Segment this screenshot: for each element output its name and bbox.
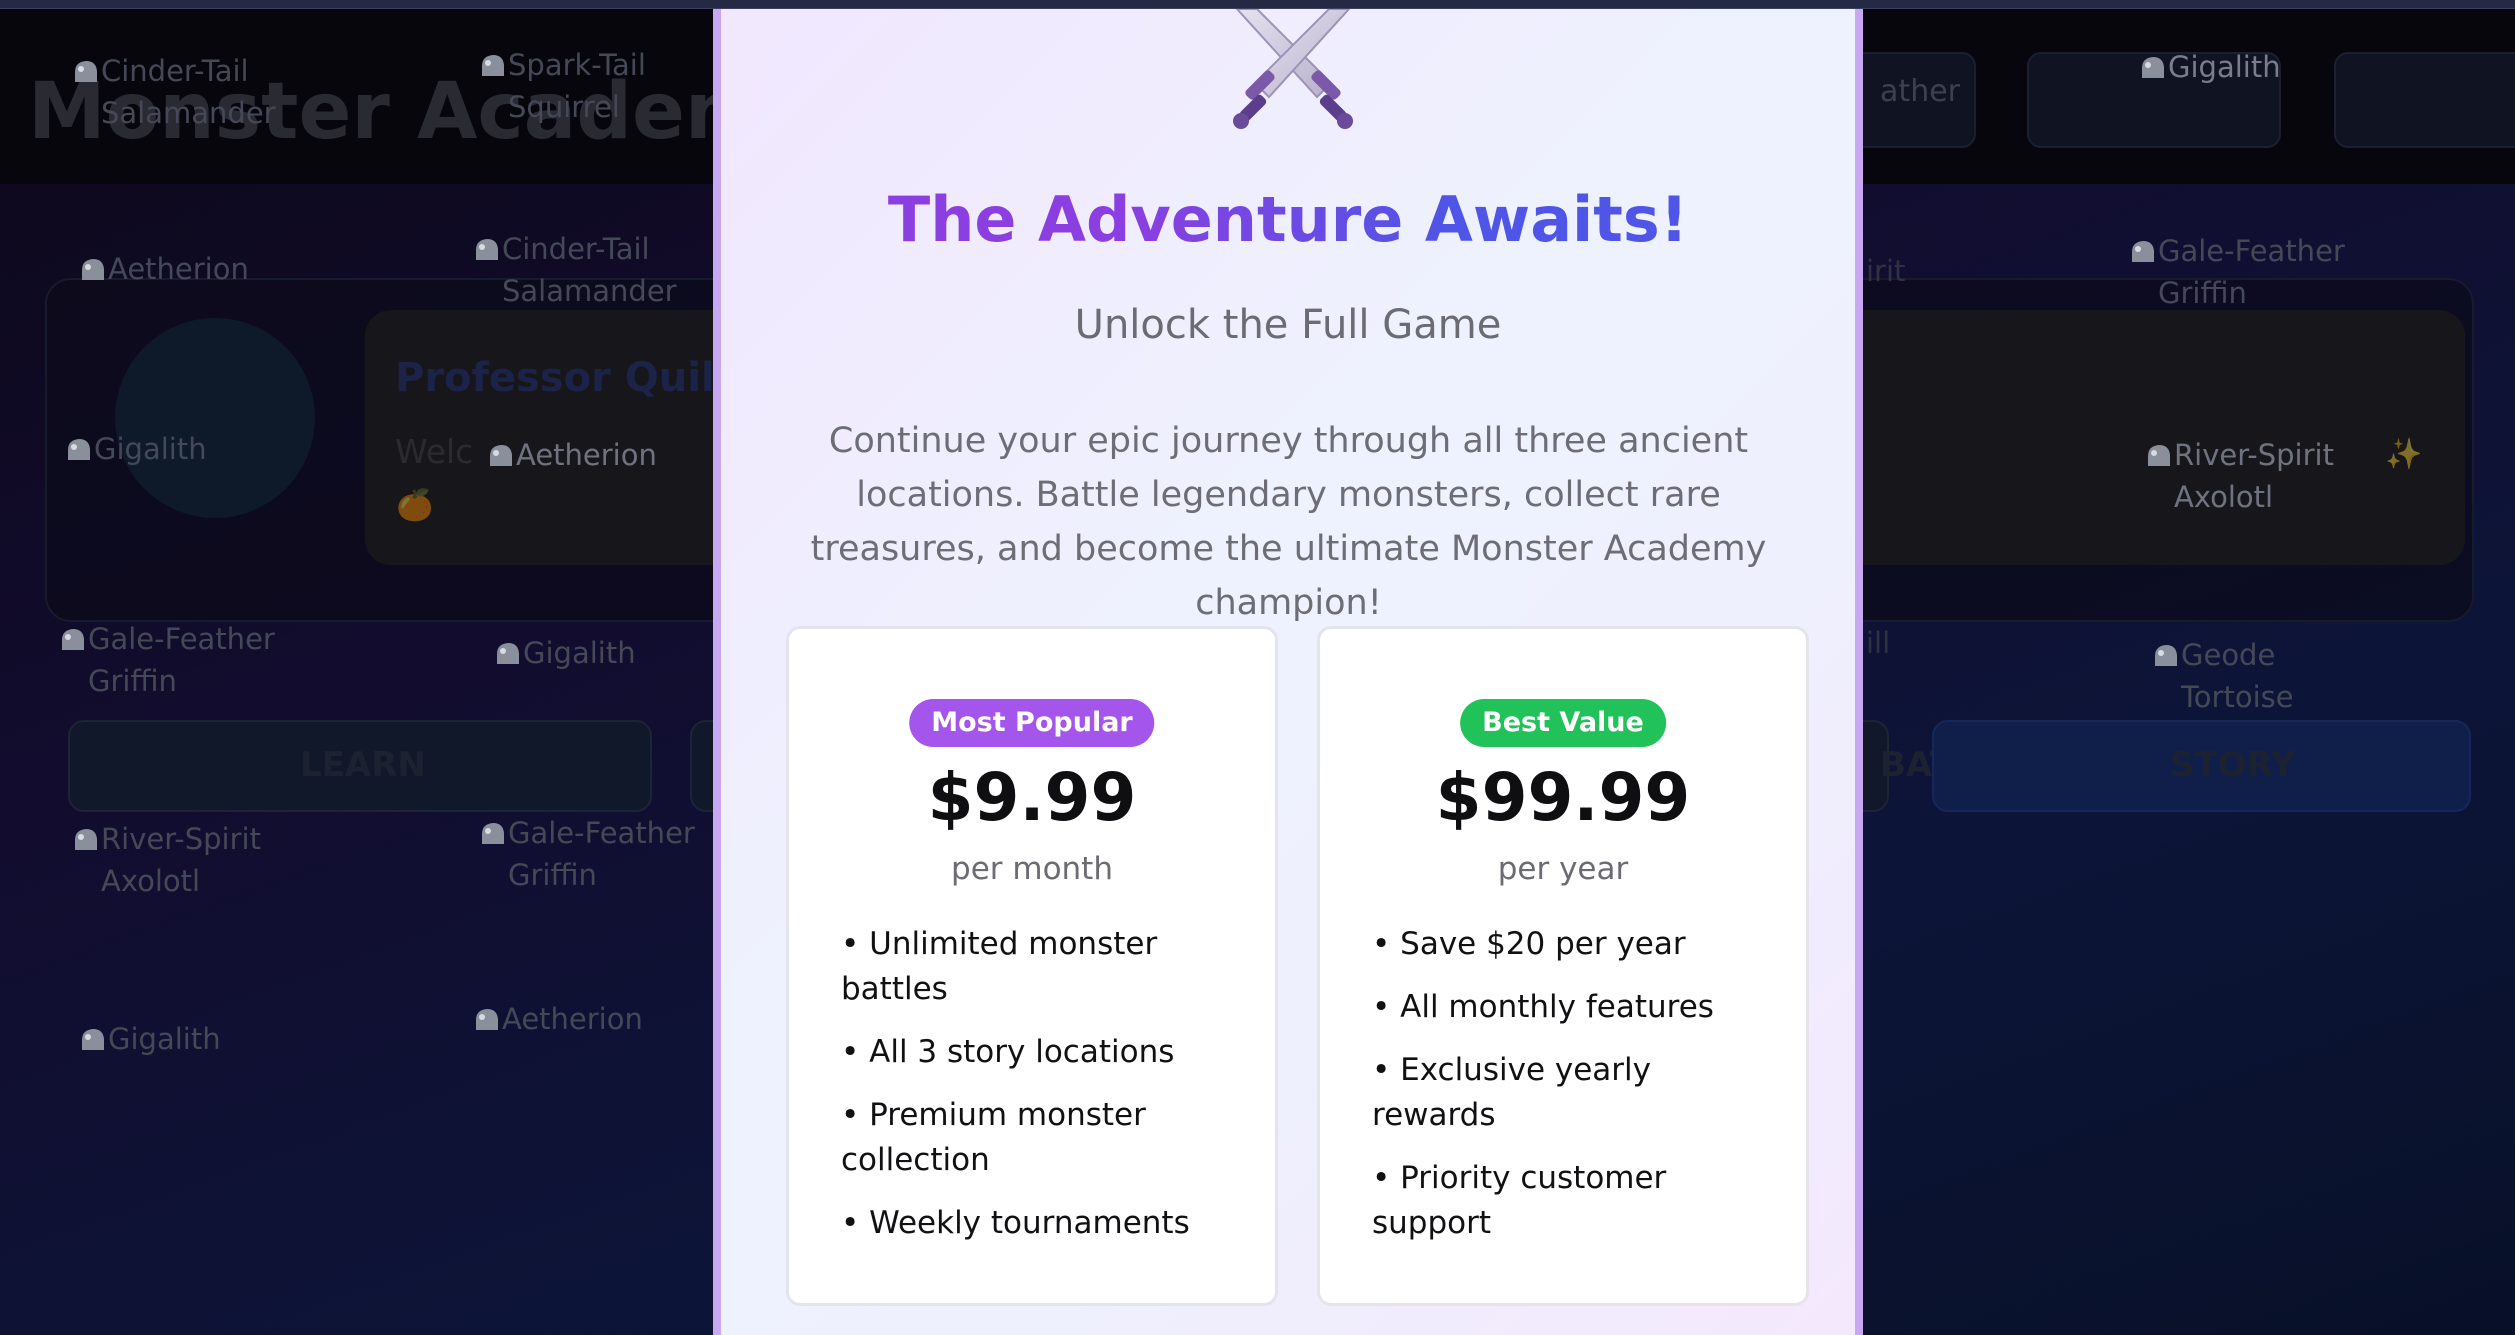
- background-story-label: STORY: [2170, 745, 2296, 785]
- broken-image-icon: [73, 826, 99, 852]
- feature-item: All monthly features: [1372, 985, 1782, 1030]
- feature-item: Exclusive yearly rewards: [1372, 1048, 1782, 1138]
- broken-monster-image: Gale-Feather Griffin: [2130, 230, 2388, 314]
- broken-image-icon: [2140, 54, 2166, 80]
- broken-monster-image: River-Spirit Axolotl: [73, 818, 301, 902]
- feature-item: Premium monster collection: [841, 1093, 1251, 1183]
- broken-image-icon: [474, 236, 500, 262]
- broken-monster-image: River-Spirit Axolotl: [2146, 434, 2414, 518]
- broken-monster-image: Cinder-Tail Salamander: [474, 228, 732, 312]
- broken-monster-image: Cinder-Tail Salamander: [73, 50, 321, 134]
- broken-image-icon: [80, 1026, 106, 1052]
- broken-image-icon: [488, 442, 514, 468]
- broken-image-icon: [2153, 642, 2179, 668]
- broken-monster-image: Gale-Feather Griffin: [60, 618, 338, 702]
- broken-image-icon: [495, 640, 521, 666]
- broken-image-icon: [66, 436, 92, 462]
- feature-item: Priority customer support: [1372, 1156, 1782, 1246]
- broken-image-icon: [2146, 442, 2172, 468]
- yearly-plan-card[interactable]: Best Value $99.99 per year Save $20 per …: [1317, 626, 1809, 1306]
- modal-title-text: The Adventure Awaits!: [888, 183, 1688, 256]
- background-nav-label: ather: [1880, 74, 1960, 109]
- feature-item: Unlimited monster battles: [841, 922, 1251, 1012]
- modal-title: The Adventure Awaits!: [721, 181, 1855, 261]
- broken-monster-image: Aetherion: [488, 434, 657, 476]
- broken-image-icon: [480, 820, 506, 846]
- monthly-period: per month: [951, 851, 1113, 887]
- modal-description: Continue your epic journey through all t…: [810, 421, 1767, 623]
- monthly-feature-list: Unlimited monster battles All 3 story lo…: [841, 922, 1251, 1264]
- broken-image-icon: [80, 256, 106, 282]
- broken-monster-image: Geode Tortoise: [2153, 634, 2331, 718]
- broken-monster-image: Gigalith: [80, 1018, 221, 1060]
- broken-monster-image: ill: [1866, 626, 1891, 660]
- broken-monster-image: Gigalith: [66, 428, 207, 470]
- most-popular-badge: Most Popular: [909, 699, 1155, 747]
- monthly-plan-card[interactable]: Most Popular $9.99 per month Unlimited m…: [786, 626, 1278, 1306]
- broken-image-icon: [480, 52, 506, 78]
- background-learn-label: LEARN: [300, 745, 426, 785]
- crossed-swords-icon: [1223, 9, 1363, 141]
- yearly-period: per year: [1497, 851, 1629, 887]
- yearly-feature-list: Save $20 per year All monthly features E…: [1372, 922, 1782, 1264]
- broken-image-icon: [2130, 238, 2156, 264]
- broken-monster-image: Aetherion: [474, 998, 643, 1040]
- background-dialogue-emoji: 🍊: [396, 488, 434, 523]
- broken-image-icon: [60, 626, 86, 652]
- background-professor-avatar: [115, 318, 315, 518]
- modal-subtitle: Unlock the Full Game: [1074, 302, 1502, 348]
- monthly-price: $9.99: [927, 759, 1137, 836]
- feature-item: All 3 story locations: [841, 1030, 1251, 1075]
- background-dialogue-text: Welc: [395, 432, 474, 471]
- feature-item: Weekly tournaments: [841, 1201, 1251, 1246]
- yearly-price: $99.99: [1435, 759, 1691, 836]
- broken-image-icon: [474, 1006, 500, 1032]
- broken-monster-image: irit: [1866, 254, 1906, 288]
- broken-monster-image: Gigalith: [2140, 46, 2281, 88]
- best-value-badge: Best Value: [1460, 699, 1666, 747]
- paywall-modal: The Adventure Awaits! Unlock the Full Ga…: [713, 9, 1863, 1335]
- broken-monster-image: Gale-Feather Griffin: [480, 812, 738, 896]
- broken-image-icon: [73, 58, 99, 84]
- background-professor-name: Professor Quill: [395, 355, 729, 401]
- background-nav-button[interactable]: [2334, 52, 2515, 148]
- broken-monster-image: Aetherion: [80, 248, 249, 290]
- feature-item: Save $20 per year: [1372, 922, 1782, 967]
- broken-monster-image: Spark-Tail Squirrel: [480, 44, 708, 128]
- broken-monster-image: Gigalith: [495, 632, 636, 674]
